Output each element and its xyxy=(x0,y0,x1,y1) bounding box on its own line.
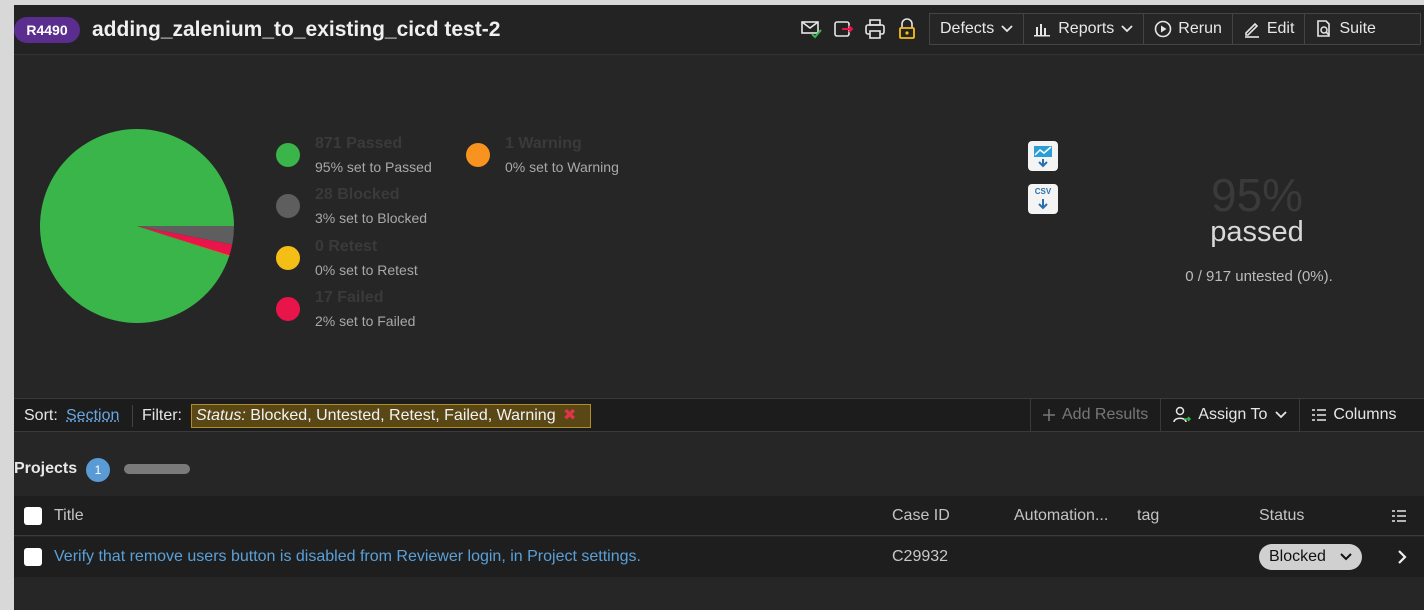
column-status[interactable]: Status xyxy=(1259,496,1304,536)
status-value: Blocked xyxy=(1269,548,1326,565)
play-circle-icon xyxy=(1154,20,1172,38)
section-progress-bar xyxy=(124,464,190,474)
suite-button[interactable]: Suite xyxy=(1305,14,1385,44)
download-chart-icon[interactable] xyxy=(1028,141,1058,171)
status-filter-chip[interactable]: Status: Blocked, Untested, Retest, Faile… xyxy=(191,404,591,428)
reports-button-label: Reports xyxy=(1058,20,1115,37)
sort-section-link[interactable]: Section xyxy=(66,399,119,433)
chevron-down-icon xyxy=(1340,553,1352,561)
column-settings-icon[interactable] xyxy=(1392,509,1406,523)
run-id-badge: R4490 xyxy=(14,17,80,43)
legend-blocked: 28 Blocked 3% set to Blocked xyxy=(276,186,456,230)
select-all-checkbox[interactable] xyxy=(24,507,42,525)
filter-key: Status: xyxy=(196,407,246,424)
toolbar-divider xyxy=(132,405,133,427)
bar-chart-icon xyxy=(1034,24,1051,37)
add-results-label: Add Results xyxy=(1062,406,1149,423)
passed-label: passed xyxy=(1210,216,1304,248)
rerun-button[interactable]: Rerun xyxy=(1144,14,1233,44)
table-header: Title Case ID Automation... tag Status xyxy=(14,496,1424,536)
chevron-down-icon xyxy=(1121,25,1133,33)
legend-dot xyxy=(466,143,490,167)
legend-dot xyxy=(276,143,300,167)
status-dropdown[interactable]: Blocked xyxy=(1259,544,1362,570)
case-title-link[interactable]: Verify that remove users button is disab… xyxy=(54,537,641,577)
print-icon[interactable] xyxy=(864,18,886,40)
results-toolbar: Sort: Section Filter: Status: Blocked, U… xyxy=(14,398,1424,432)
legend-dot xyxy=(276,246,300,270)
legend-failed: 17 Failed 2% set to Failed xyxy=(276,289,456,333)
filter-label: Filter: xyxy=(142,407,182,424)
table-row[interactable]: Verify that remove users button is disab… xyxy=(14,537,1424,577)
assign-to-label: Assign To xyxy=(1198,406,1268,423)
rerun-button-label: Rerun xyxy=(1178,20,1222,37)
passed-percentage: 95% xyxy=(1210,169,1304,221)
legend-percent: 0% set to Warning xyxy=(505,159,619,175)
legend-percent: 3% set to Blocked xyxy=(315,210,428,226)
legend-percent: 0% set to Retest xyxy=(315,262,418,278)
run-summary: 871 Passed 95% set to Passed 28 Blocked … xyxy=(14,56,1424,398)
remove-filter-icon[interactable]: ✖ xyxy=(563,407,576,424)
column-title[interactable]: Title xyxy=(54,496,84,536)
legend-warning: 1 Warning 0% set to Warning xyxy=(466,135,646,179)
legend-count: 871 Passed xyxy=(315,135,403,152)
test-run-page: R4490 adding_zalenium_to_existing_cicd t… xyxy=(14,5,1424,610)
columns-label: Columns xyxy=(1333,406,1397,423)
defects-button-label: Defects xyxy=(940,20,995,37)
run-header: R4490 adding_zalenium_to_existing_cicd t… xyxy=(14,5,1424,55)
columns-button[interactable]: Columns xyxy=(1299,399,1408,431)
edit-button-label: Edit xyxy=(1266,20,1295,37)
assign-to-button[interactable]: Assign To xyxy=(1160,399,1299,431)
column-tag[interactable]: tag xyxy=(1137,496,1159,536)
toolbar-actions: Add Results Assign To Columns xyxy=(1030,399,1408,431)
legend-count: 28 Blocked xyxy=(315,186,400,203)
section-title[interactable]: Projects xyxy=(14,459,77,479)
columns-icon xyxy=(1312,409,1327,421)
legend-percent: 95% set to Passed xyxy=(315,159,432,175)
reports-button[interactable]: Reports xyxy=(1024,14,1145,44)
legend-count: 0 Retest xyxy=(315,238,378,255)
legend-dot xyxy=(276,194,300,218)
add-results-button[interactable]: Add Results xyxy=(1030,399,1160,431)
download-csv-icon[interactable]: CSV xyxy=(1028,184,1058,214)
header-button-group: Defects Reports Rerun Edit Suite xyxy=(929,13,1421,45)
run-title: adding_zalenium_to_existing_cicd test-2 xyxy=(92,18,501,41)
legend-dot xyxy=(276,297,300,321)
lock-icon[interactable] xyxy=(896,18,918,40)
legend-count: 17 Failed xyxy=(315,289,384,306)
status-pie-chart xyxy=(39,129,235,323)
pencil-icon xyxy=(1244,22,1259,38)
export-icon[interactable] xyxy=(832,18,854,40)
chevron-right-icon[interactable] xyxy=(1397,550,1407,564)
document-search-icon xyxy=(1317,20,1331,37)
section-count-badge: 1 xyxy=(86,458,110,482)
pie-slice-passed xyxy=(39,129,235,323)
email-check-icon[interactable] xyxy=(800,18,822,40)
chevron-down-icon xyxy=(1275,411,1287,419)
legend-count: 1 Warning xyxy=(505,135,582,152)
suite-button-label: Suite xyxy=(1339,20,1376,37)
row-checkbox[interactable] xyxy=(24,548,42,566)
legend-retest: 0 Retest 0% set to Retest xyxy=(276,238,456,282)
column-automation[interactable]: Automation... xyxy=(1014,496,1108,536)
defects-button[interactable]: Defects xyxy=(930,14,1025,44)
sort-label: Sort: xyxy=(24,407,58,424)
column-case-id[interactable]: Case ID xyxy=(892,496,950,536)
edit-button[interactable]: Edit xyxy=(1233,14,1306,44)
case-id: C29932 xyxy=(892,548,949,565)
untested-summary: 0 / 917 untested (0%). xyxy=(1185,268,1333,285)
chevron-down-icon xyxy=(1001,25,1013,33)
assign-user-icon xyxy=(1173,406,1192,423)
legend-percent: 2% set to Failed xyxy=(315,313,416,329)
plus-icon xyxy=(1043,409,1055,421)
filter-value: Blocked, Untested, Retest, Failed, Warni… xyxy=(250,407,556,424)
legend-passed: 871 Passed 95% set to Passed xyxy=(276,135,456,179)
